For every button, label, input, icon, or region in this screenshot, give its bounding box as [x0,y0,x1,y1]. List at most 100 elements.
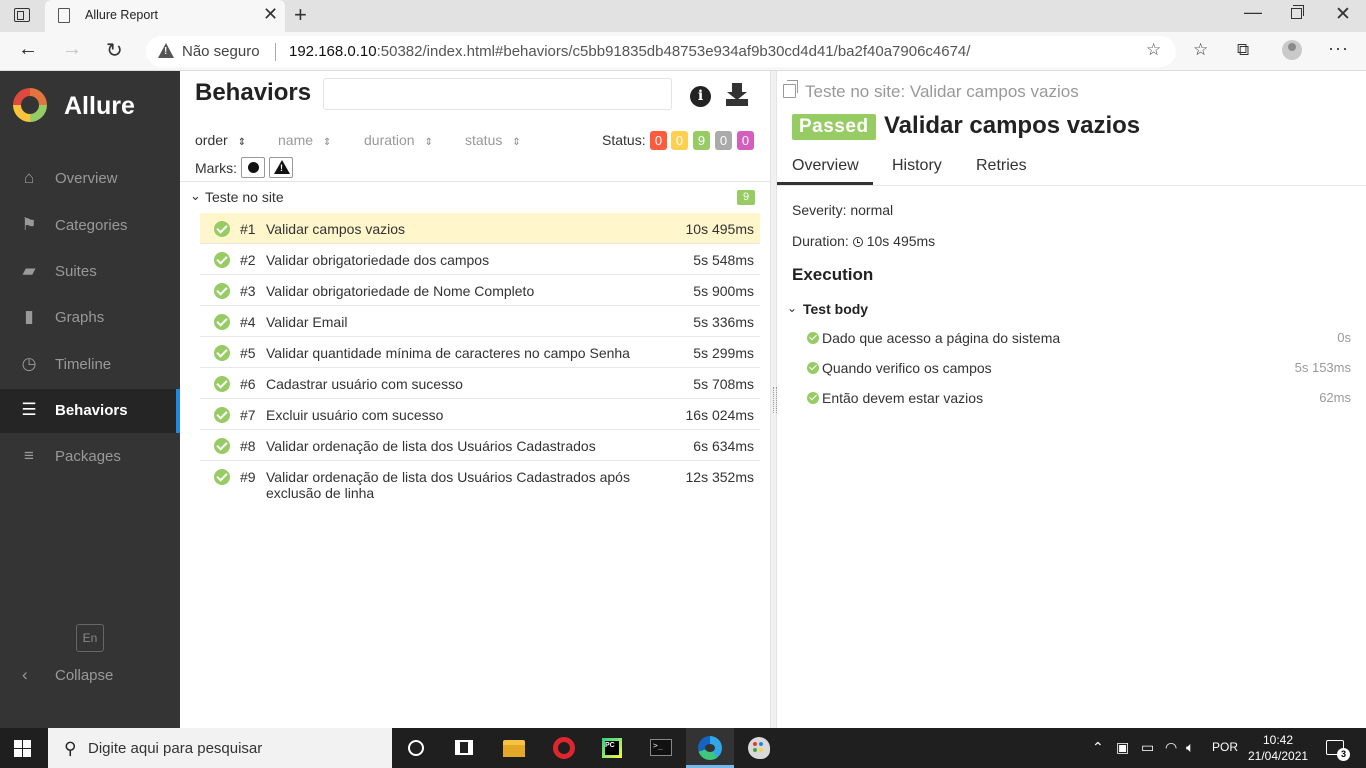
tree-row[interactable]: #7 Excluir usuário com sucesso 16s 024ms [200,399,760,430]
browser-tab[interactable]: Allure Report ✕ [45,0,285,32]
row-duration: 5s 900ms [693,283,754,299]
tree-row[interactable]: #5 Validar quantidade mínima de caracter… [200,337,760,368]
row-number: #9 [240,469,256,485]
opera-button[interactable] [540,728,588,768]
sidebar-item-packages[interactable]: ≡ Packages [0,435,180,479]
status-badge: Passed [792,114,876,140]
address-bar[interactable]: Não seguro 192.168.0.10:50382/index.html… [146,36,1176,67]
language-button[interactable]: En [76,624,104,652]
file-explorer-button[interactable] [490,728,538,768]
row-name: Cadastrar usuário com sucesso [266,376,463,392]
sort-name[interactable]: name ⇕ [278,132,331,148]
close-window-icon[interactable]: ✕ [1335,3,1351,26]
new-tab-icon[interactable]: + [294,2,307,28]
test-body-toggle[interactable]: Test body [803,301,868,317]
collapse-label: Collapse [55,667,114,684]
minimize-icon[interactable]: — [1244,2,1262,23]
taskbar: ⚲ Digite aqui para pesquisar ⌃ ▣ ▭ ◠ 🔈︎ … [0,728,1366,768]
row-duration: 6s 634ms [693,438,754,454]
edge-button[interactable] [686,728,734,768]
status-broken-toggle[interactable]: 0 [671,131,688,150]
close-tab-icon[interactable]: ✕ [263,4,278,25]
back-icon[interactable]: ← [18,38,38,61]
reload-icon[interactable]: ↻ [106,38,123,63]
download-icon[interactable] [726,83,748,107]
tree-row[interactable]: #9 Validar ordenação de lista dos Usuári… [200,461,760,503]
step-item[interactable]: Quando verifico os campos 5s 153ms [777,358,1366,382]
step-item[interactable]: Então devem estar vazios 62ms [777,388,1366,412]
volume-icon[interactable]: 🔈︎ [1186,739,1194,756]
collections-icon[interactable]: ⧉ [1237,40,1249,60]
sort-status[interactable]: status ⇕ [465,132,521,148]
favorites-icon[interactable]: ☆ [1193,40,1208,60]
system-clock[interactable]: 10:42 21/04/2021 [1248,732,1308,764]
status-failed-toggle[interactable]: 0 [650,131,667,150]
passed-icon [214,438,230,454]
windows-start-icon[interactable] [14,740,31,757]
tray-app-icon[interactable]: ▣ [1116,739,1129,756]
search-input[interactable] [323,78,672,110]
severity: Severity: normal [792,202,894,218]
tab-retries[interactable]: Retries [976,157,1027,175]
url-text[interactable]: 192.168.0.10:50382/index.html#behaviors/… [289,43,970,60]
warning-icon [274,160,290,174]
tree-row[interactable]: #1 Validar campos vazios 10s 495ms [200,213,760,244]
divider [275,43,276,61]
tree-row[interactable]: #6 Cadastrar usuário com sucesso 5s 708m… [200,368,760,399]
test-detail-pane: Teste no site: Validar campos vazios Pas… [777,71,1366,728]
tree-row[interactable]: #4 Validar Email 5s 336ms [200,306,760,337]
power-icon[interactable]: ▭ [1141,739,1154,756]
chevron-down-icon[interactable]: ⌄ [787,301,797,315]
terminal-button[interactable] [637,728,685,768]
sidebar-item-categories[interactable]: ⚑ Categories [0,204,180,248]
passed-icon [214,345,230,361]
sort-duration[interactable]: duration ⇕ [364,132,433,148]
tab-actions-icon[interactable] [14,8,30,22]
sidebar-item-timeline[interactable]: ◷ Timeline [0,343,180,387]
paint-button[interactable] [735,728,783,768]
info-icon[interactable]: i [690,86,711,107]
restore-icon[interactable] [1291,5,1304,19]
tree-row[interactable]: #8 Validar ordenação de lista dos Usuári… [200,430,760,461]
row-number: #4 [240,314,256,330]
warning-icon[interactable] [158,43,174,58]
sidebar-item-graphs[interactable]: ▮ Graphs [0,296,180,340]
sidebar-item-overview[interactable]: ⌂ Overview [0,157,180,201]
tab-history[interactable]: History [892,157,942,175]
row-number: #2 [240,252,256,268]
pane-resize-handle[interactable] [770,71,777,728]
status-passed-toggle[interactable]: 9 [693,131,710,150]
opera-icon [553,737,575,759]
task-view-button[interactable] [440,728,488,768]
profile-avatar[interactable] [1282,40,1302,60]
row-duration: 5s 336ms [693,314,754,330]
step-duration: 62ms [1319,390,1351,405]
sidebar-item-suites[interactable]: ▰ Suites [0,250,180,294]
status-unknown-toggle[interactable]: 0 [737,131,754,150]
search-icon: ⚲ [64,739,77,758]
clock-date: 21/04/2021 [1248,749,1309,763]
chevron-up-icon[interactable]: ⌃ [1092,739,1104,756]
status-skipped-toggle[interactable]: 0 [715,131,732,150]
mark-new-failed-button[interactable] [269,157,293,178]
step-item[interactable]: Dado que acesso a página do sistema 0s [777,328,1366,352]
cortana-button[interactable] [392,728,440,768]
tree-row[interactable]: #2 Validar obrigatoriedade dos campos 5s… [200,244,760,275]
taskbar-search[interactable]: ⚲ Digite aqui para pesquisar [48,728,392,768]
mark-flaky-button[interactable] [241,157,265,178]
tree-row[interactable]: #3 Validar obrigatoriedade de Nome Compl… [200,275,760,306]
more-options-icon[interactable]: ··· [1328,38,1349,59]
collapse-button[interactable]: ‹ Collapse [0,659,180,691]
not-secure-label[interactable]: Não seguro [182,43,260,60]
tab-overview[interactable]: Overview [792,157,859,175]
tree-group[interactable]: ⌄ Teste no site 9 [180,183,770,211]
input-language[interactable]: POR [1212,740,1238,754]
pycharm-button[interactable] [588,728,636,768]
row-number: #6 [240,376,256,392]
test-title: Validar campos vazios [884,112,1141,139]
sort-order[interactable]: order ⇕ [195,132,246,148]
add-favorite-icon[interactable]: ☆ [1146,40,1161,60]
sidebar-item-behaviors[interactable]: ☰ Behaviors [0,389,180,433]
forward-icon[interactable]: → [62,38,82,61]
network-icon[interactable]: ◠ [1165,739,1177,756]
